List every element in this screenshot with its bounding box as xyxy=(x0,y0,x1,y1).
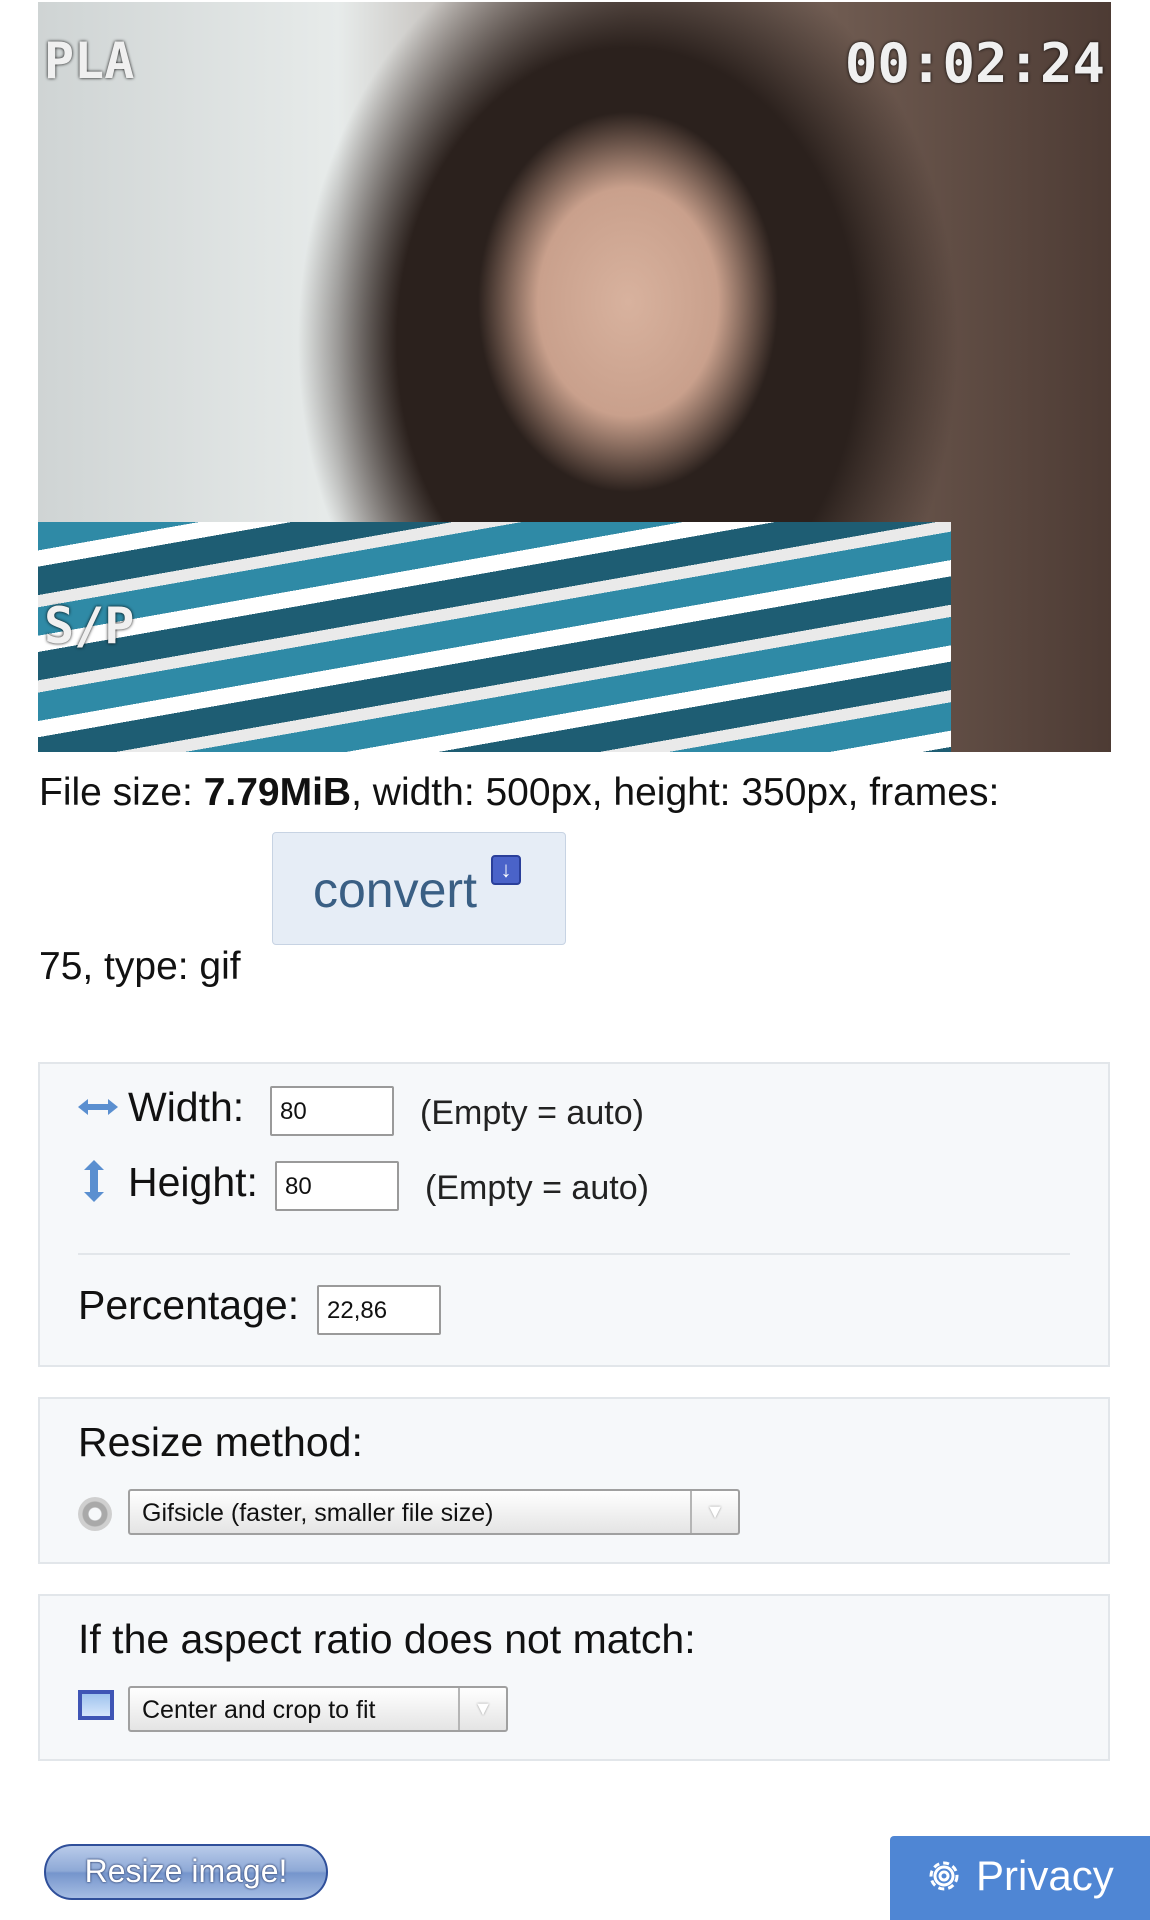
aspect-ratio-select[interactable]: Center and crop to fit ▼ xyxy=(128,1686,508,1732)
percentage-input[interactable]: 22,86 xyxy=(317,1285,441,1335)
width-label: Width: xyxy=(128,1084,245,1130)
preview-osd-bottom-left: S/P xyxy=(44,597,135,655)
width-arrows-icon xyxy=(78,1099,118,1115)
privacy-button[interactable]: Privacy xyxy=(890,1836,1150,1920)
file-size-value: 7.79MiB xyxy=(203,771,352,814)
resize-method-panel: Resize method: Gifsicle (faster, smaller… xyxy=(38,1397,1110,1564)
height-arrows-icon xyxy=(84,1160,104,1202)
convert-label: convert xyxy=(313,862,477,918)
file-info-rest: , width: 500px, height: 350px, frames: xyxy=(351,771,1000,814)
file-size-prefix: File size: xyxy=(39,771,204,814)
convert-button[interactable]: convert ↓ xyxy=(272,832,566,945)
height-hint: (Empty = auto) xyxy=(425,1169,649,1207)
preview-shirt-stripes xyxy=(38,522,951,752)
dimensions-panel: Width: 80 (Empty = auto) Height: 80 (Emp… xyxy=(38,1062,1110,1367)
resize-method-select[interactable]: Gifsicle (faster, smaller file size) ▼ xyxy=(128,1489,740,1535)
height-input[interactable]: 80 xyxy=(275,1161,399,1211)
aspect-ratio-label: If the aspect ratio does not match: xyxy=(78,1616,696,1662)
download-icon: ↓ xyxy=(491,855,521,885)
settings-gear-icon xyxy=(78,1497,112,1531)
crop-fit-icon xyxy=(78,1690,114,1720)
height-label: Height: xyxy=(128,1159,258,1205)
resize-method-selected: Gifsicle (faster, smaller file size) xyxy=(142,1499,494,1527)
resize-method-label: Resize method: xyxy=(78,1419,363,1465)
chevron-down-icon: ▼ xyxy=(690,1491,738,1533)
file-info-line2: 75, type: gif xyxy=(39,945,241,988)
image-preview: PLA S/P 00:02:24 xyxy=(38,2,1111,752)
aspect-ratio-panel: If the aspect ratio does not match: Cent… xyxy=(38,1594,1110,1761)
percentage-label: Percentage: xyxy=(78,1282,300,1328)
file-info: File size: 7.79MiB, width: 500px, height… xyxy=(39,770,1119,815)
resize-image-button[interactable]: Resize image! xyxy=(44,1844,328,1900)
width-input[interactable]: 80 xyxy=(270,1086,394,1136)
divider xyxy=(78,1253,1070,1255)
gear-icon xyxy=(929,1861,959,1891)
chevron-down-icon: ▼ xyxy=(458,1688,506,1730)
preview-osd-top-left: PLA xyxy=(44,32,135,90)
aspect-ratio-selected: Center and crop to fit xyxy=(142,1696,376,1724)
privacy-label: Privacy xyxy=(976,1852,1114,1899)
preview-timecode: 00:02:24 xyxy=(844,32,1105,95)
width-hint: (Empty = auto) xyxy=(420,1094,644,1132)
